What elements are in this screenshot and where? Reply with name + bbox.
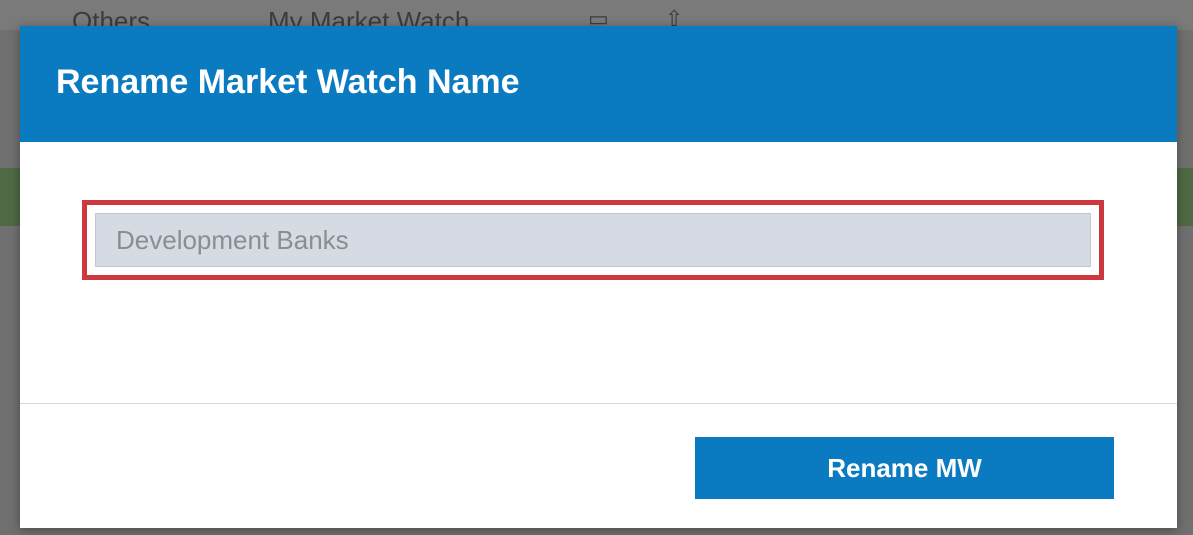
background-row-strip-right [1176,168,1193,226]
dialog-title: Rename Market Watch Name [56,63,520,101]
input-highlight-box [82,200,1104,280]
rename-dialog: Rename Market Watch Name Rename MW [20,26,1177,528]
market-watch-name-input[interactable] [95,213,1091,267]
dialog-header: Rename Market Watch Name [20,26,1177,142]
dialog-footer-divider [20,403,1177,404]
background-row-strip-left [0,168,22,226]
rename-mw-button[interactable]: Rename MW [695,437,1114,499]
